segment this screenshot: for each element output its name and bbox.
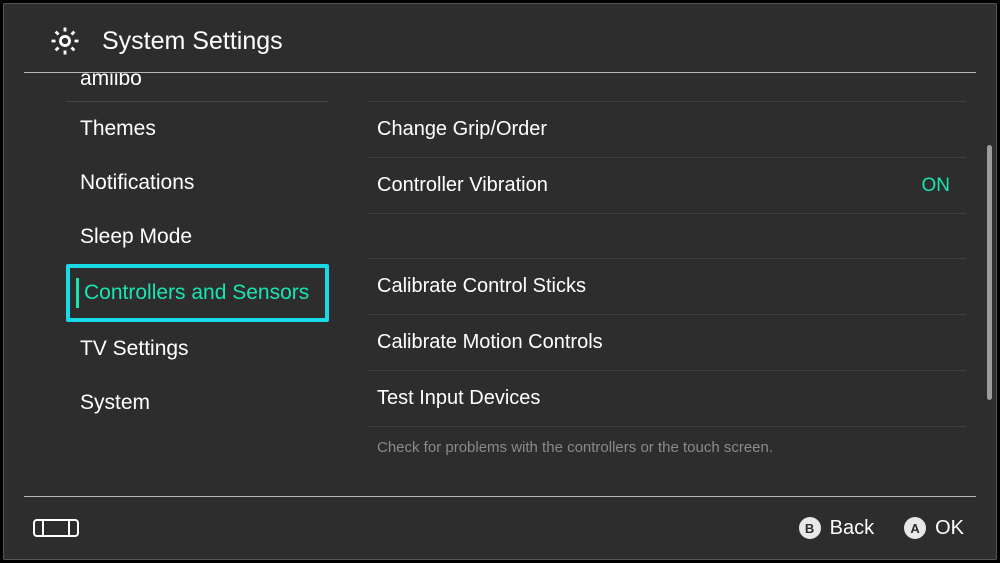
option-test-input-devices[interactable]: Test Input Devices	[369, 371, 966, 427]
section-gap	[369, 214, 966, 258]
sidebar-item-sleep-mode[interactable]: Sleep Mode	[66, 210, 329, 264]
option-label: Controller Vibration	[377, 174, 548, 197]
option-label: Change Grip/Order	[377, 118, 547, 141]
scrollbar[interactable]	[987, 145, 992, 422]
option-label: Calibrate Control Sticks	[377, 275, 586, 298]
option-calibrate-motion-controls[interactable]: Calibrate Motion Controls	[369, 315, 966, 371]
scrollbar-thumb[interactable]	[987, 145, 992, 400]
settings-screen: System Settings amiibo Themes Notificati…	[3, 3, 997, 560]
content-area: amiibo Themes Notifications Sleep Mode C…	[4, 73, 996, 496]
main-panel: Change Grip/Order Controller Vibration O…	[329, 73, 996, 496]
option-controller-vibration[interactable]: Controller Vibration ON	[369, 158, 966, 214]
sidebar-item-notifications[interactable]: Notifications	[66, 156, 329, 210]
page-title: System Settings	[102, 27, 283, 56]
option-label: Calibrate Motion Controls	[377, 331, 603, 354]
a-button-icon: A	[904, 517, 926, 539]
sidebar-list: amiibo Themes Notifications Sleep Mode C…	[4, 73, 329, 430]
sidebar-item-label: Themes	[80, 117, 156, 140]
hint-text: Check for problems with the controllers …	[369, 427, 966, 456]
sidebar-item-themes[interactable]: Themes	[66, 102, 329, 156]
footer-buttons: B Back A OK	[799, 517, 964, 540]
sidebar-item-label: amiibo	[80, 73, 142, 90]
console-icon	[32, 516, 80, 540]
ok-button[interactable]: A OK	[904, 517, 964, 540]
sidebar-item-controllers-and-sensors[interactable]: Controllers and Sensors	[66, 264, 329, 322]
sidebar: amiibo Themes Notifications Sleep Mode C…	[4, 73, 329, 496]
option-label: Test Input Devices	[377, 387, 540, 410]
option-calibrate-control-sticks[interactable]: Calibrate Control Sticks	[369, 258, 966, 315]
footer: B Back A OK	[4, 497, 996, 559]
sidebar-item-tv-settings[interactable]: TV Settings	[66, 322, 329, 376]
back-label: Back	[830, 517, 874, 540]
back-button[interactable]: B Back	[799, 517, 874, 540]
gear-icon	[48, 24, 82, 58]
sidebar-item-label: System	[80, 391, 150, 414]
b-button-icon: B	[799, 517, 821, 539]
sidebar-item-system[interactable]: System	[66, 376, 329, 430]
sidebar-item-label: Notifications	[80, 171, 194, 194]
ok-label: OK	[935, 517, 964, 540]
sidebar-item-label: Controllers and Sensors	[84, 281, 309, 304]
option-change-grip-order[interactable]: Change Grip/Order	[369, 101, 966, 158]
sidebar-item-amiibo[interactable]: amiibo	[66, 73, 329, 102]
option-value: ON	[922, 175, 959, 197]
header: System Settings	[4, 4, 996, 72]
sidebar-item-label: Sleep Mode	[80, 225, 192, 248]
sidebar-selection-highlight: Controllers and Sensors	[66, 264, 329, 322]
sidebar-item-label: TV Settings	[80, 337, 189, 360]
